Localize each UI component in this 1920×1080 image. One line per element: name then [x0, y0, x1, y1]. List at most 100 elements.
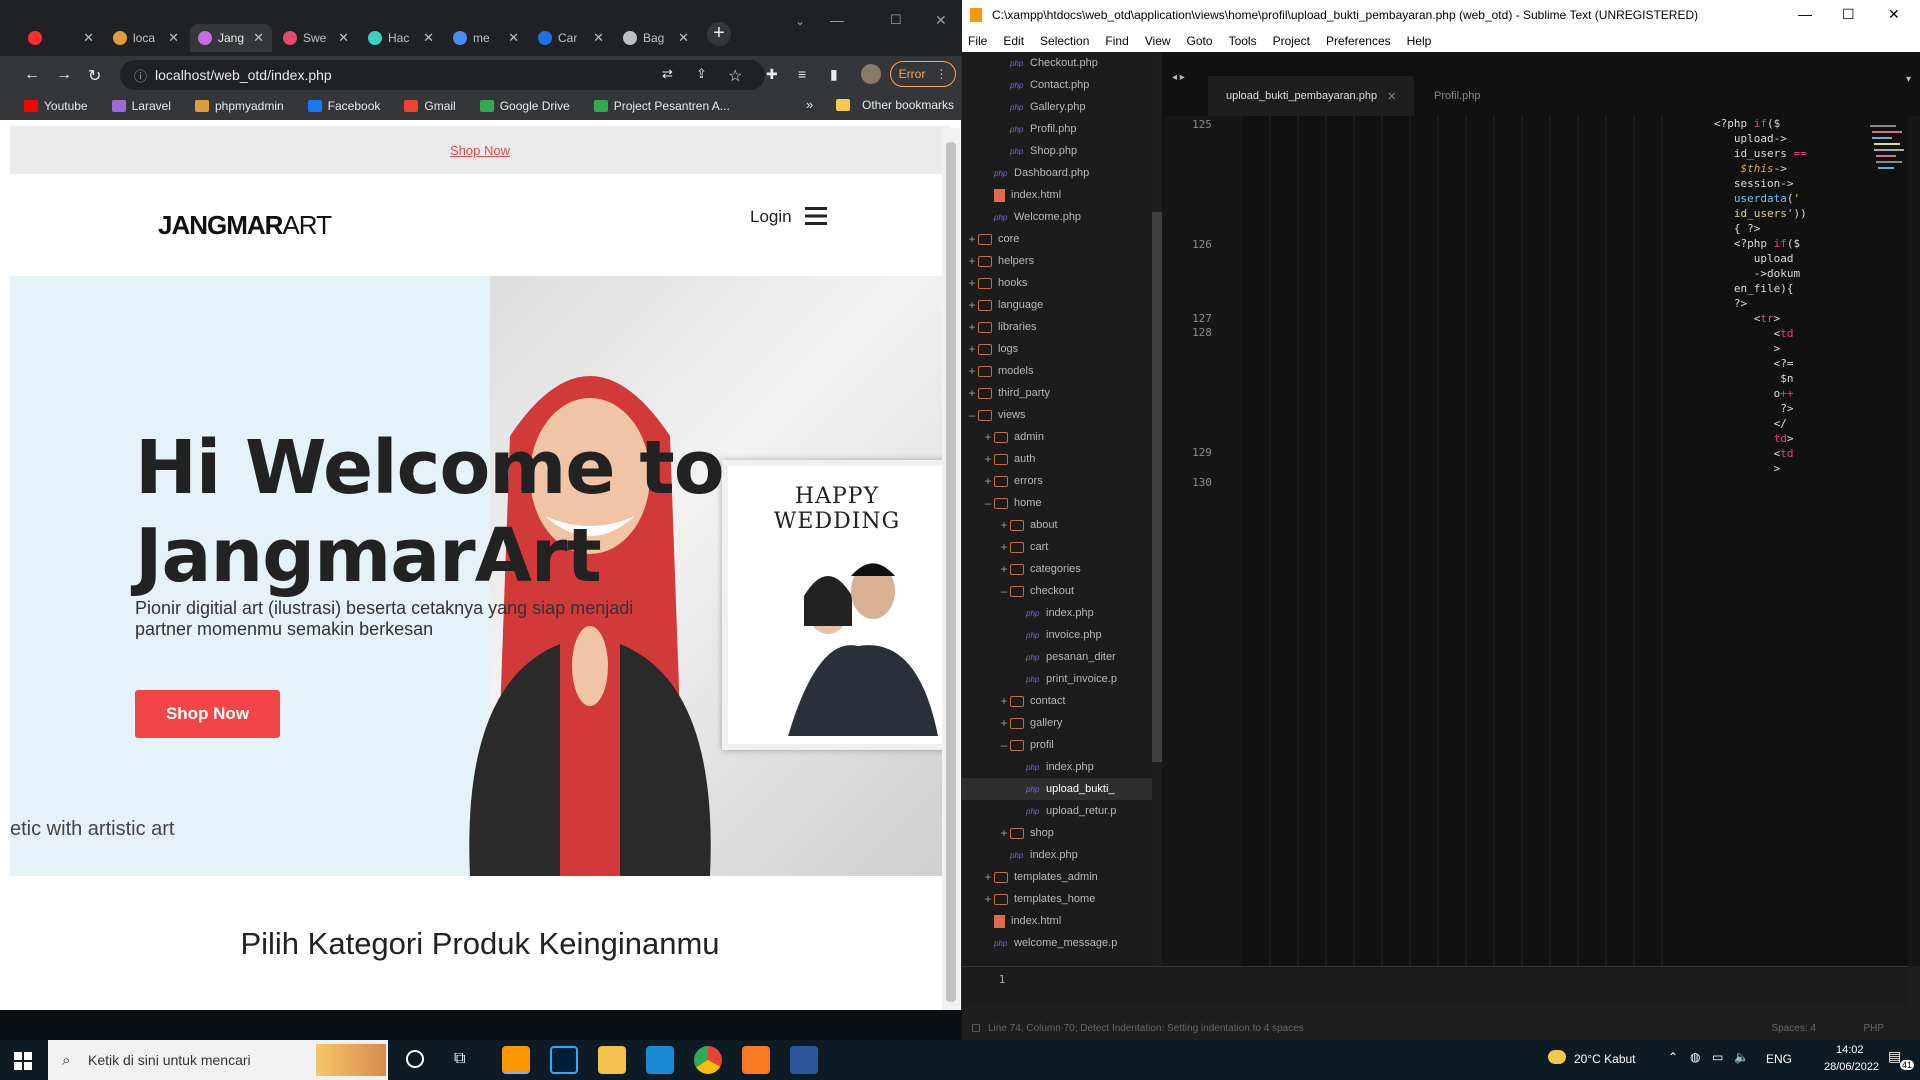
back-icon[interactable]: ← [24, 66, 40, 84]
editor-scrollbar[interactable] [1908, 116, 1920, 966]
browser-tab[interactable]: me ✕ [445, 24, 527, 52]
sidebar-item[interactable]: + shop [962, 822, 1152, 844]
media-icon[interactable]: ≡ [798, 66, 806, 82]
sidebar-item[interactable]: + libraries [962, 316, 1152, 338]
shop-now-button[interactable]: Shop Now [135, 690, 280, 738]
sidebar-item[interactable]: php Welcome.php [962, 206, 1152, 228]
sidebar-item[interactable]: – home [962, 492, 1152, 514]
tab-overflow-icon[interactable]: ▾ [1906, 74, 1911, 85]
sidebar-item[interactable]: + contact [962, 690, 1152, 712]
battery-icon[interactable]: ▭ [1712, 1050, 1723, 1064]
sidebar-item[interactable]: php Gallery.php [962, 96, 1152, 118]
sidebar-item[interactable]: + templates_home [962, 888, 1152, 910]
bookmark-item[interactable]: Google Drive [479, 99, 570, 113]
bookmark-item[interactable]: Project Pesantren A... [593, 99, 730, 113]
sidebar-item[interactable]: + auth [962, 448, 1152, 470]
expand-icon[interactable]: + [982, 430, 994, 444]
tab-close-icon[interactable]: ✕ [678, 30, 697, 46]
login-link[interactable]: Login [750, 207, 792, 227]
menu-item[interactable]: Selection [1040, 34, 1089, 48]
page-scrollbar[interactable] [942, 128, 960, 1010]
expand-icon[interactable]: + [998, 518, 1010, 532]
word-taskbar-icon[interactable] [790, 1046, 818, 1074]
console-panel[interactable]: 1 [962, 966, 1908, 1006]
xampp-taskbar-icon[interactable] [742, 1046, 770, 1074]
editor-tab-profil[interactable]: Profil.php [1434, 76, 1480, 116]
share-icon[interactable]: ⇪ [696, 66, 707, 82]
tab-close-icon[interactable]: ✕ [593, 30, 612, 46]
collapse-icon[interactable]: – [982, 496, 994, 510]
code-minimap[interactable] [1866, 120, 1906, 200]
volume-icon[interactable]: 🔈 [1734, 1050, 1749, 1064]
sidebar-item[interactable]: php welcome_message.p [962, 932, 1152, 954]
expand-icon[interactable]: + [998, 540, 1010, 554]
browser-tab[interactable]: Hac ✕ [360, 24, 442, 52]
tray-chevron-icon[interactable]: ⌃ [1668, 1050, 1678, 1064]
bookmark-item[interactable]: phpmyadmin [194, 99, 284, 113]
sidebar-item[interactable]: php Profil.php [962, 118, 1152, 140]
taskbar-search-box[interactable]: ⌕ Ketik di sini untuk mencari [48, 1040, 388, 1080]
status-spaces[interactable]: Spaces: 4 [1772, 1023, 1816, 1034]
expand-icon[interactable]: + [966, 232, 978, 246]
sidebar-item[interactable]: php upload_bukti_ [962, 778, 1152, 800]
expand-icon[interactable]: + [998, 562, 1010, 576]
sidebar-item[interactable]: php print_invoice.p [962, 668, 1152, 690]
side-panel-icon[interactable]: ▮ [830, 66, 838, 83]
collapse-icon[interactable]: – [966, 408, 978, 422]
translate-icon[interactable]: ⇄ [662, 66, 673, 82]
tab-close-icon[interactable]: ✕ [338, 30, 357, 46]
weather-text[interactable]: 20°C Kabut [1574, 1052, 1636, 1066]
sidebar-item[interactable]: – views [962, 404, 1152, 426]
sidebar-item[interactable]: php Shop.php [962, 140, 1152, 162]
expand-icon[interactable]: + [966, 254, 978, 268]
editor-tab-upload[interactable]: upload_bukti_pembayaran.php ✕ [1208, 76, 1415, 116]
menu-item[interactable]: Find [1105, 34, 1128, 48]
sublime-close-icon[interactable]: ✕ [1888, 6, 1900, 23]
task-view-icon[interactable]: ⧉ [454, 1050, 465, 1068]
more-bookmarks-icon[interactable]: » [806, 97, 813, 112]
sidebar-item[interactable]: php Checkout.php [962, 52, 1152, 74]
new-tab-button[interactable]: + [707, 22, 731, 46]
sidebar-item[interactable]: php invoice.php [962, 624, 1152, 646]
expand-icon[interactable]: + [966, 298, 978, 312]
expand-icon[interactable]: + [982, 892, 994, 906]
sidebar-item[interactable]: + models [962, 360, 1152, 382]
sidebar-item[interactable]: php Dashboard.php [962, 162, 1152, 184]
panel-toggle-icon[interactable] [972, 1024, 980, 1032]
sidebar-item[interactable]: index.html [962, 184, 1152, 206]
menu-item[interactable]: File [968, 34, 987, 48]
sidebar-item[interactable]: + third_party [962, 382, 1152, 404]
clock-date[interactable]: 28/06/2022 [1824, 1061, 1879, 1073]
browser-tab[interactable]: Jang ✕ [190, 24, 272, 52]
sidebar-item[interactable]: – profil [962, 734, 1152, 756]
other-bookmarks[interactable]: Other bookmarks [862, 98, 954, 112]
expand-icon[interactable]: + [982, 452, 994, 466]
expand-icon[interactable]: + [966, 276, 978, 290]
collapse-icon[interactable]: – [998, 584, 1010, 598]
sidebar-item[interactable]: php index.php [962, 844, 1152, 866]
minimize-icon[interactable]: — [830, 12, 844, 28]
menu-item[interactable]: Tools [1229, 34, 1257, 48]
expand-icon[interactable]: + [982, 870, 994, 884]
sublime-taskbar-icon[interactable] [502, 1046, 530, 1074]
sidebar-item[interactable]: + admin [962, 426, 1152, 448]
extensions-icon[interactable]: ✚ [766, 66, 778, 83]
expand-icon[interactable]: + [966, 386, 978, 400]
menu-item[interactable]: Goto [1187, 34, 1213, 48]
browser-tab[interactable]: Swe ✕ [275, 24, 357, 52]
sidebar-scrollbar[interactable] [1152, 212, 1162, 762]
sidebar-item[interactable]: index.html [962, 910, 1152, 932]
sidebar-item[interactable]: + templates_admin [962, 866, 1152, 888]
tab-nav-arrows-icon[interactable]: ◂ ▸ [1172, 72, 1185, 83]
sidebar-item[interactable]: + about [962, 514, 1152, 536]
reload-icon[interactable]: ↻ [88, 66, 101, 86]
windows-start-icon[interactable] [14, 1052, 32, 1070]
sidebar-item[interactable]: + core [962, 228, 1152, 250]
status-syntax[interactable]: PHP [1863, 1023, 1884, 1034]
bookmark-item[interactable]: Youtube [24, 99, 88, 113]
scrollbar-thumb[interactable] [946, 142, 956, 1002]
tab-close-icon[interactable]: ✕ [83, 30, 102, 46]
sidebar-item[interactable]: php upload_retur.p [962, 800, 1152, 822]
bookmark-star-icon[interactable]: ☆ [728, 66, 742, 86]
expand-icon[interactable]: + [998, 826, 1010, 840]
